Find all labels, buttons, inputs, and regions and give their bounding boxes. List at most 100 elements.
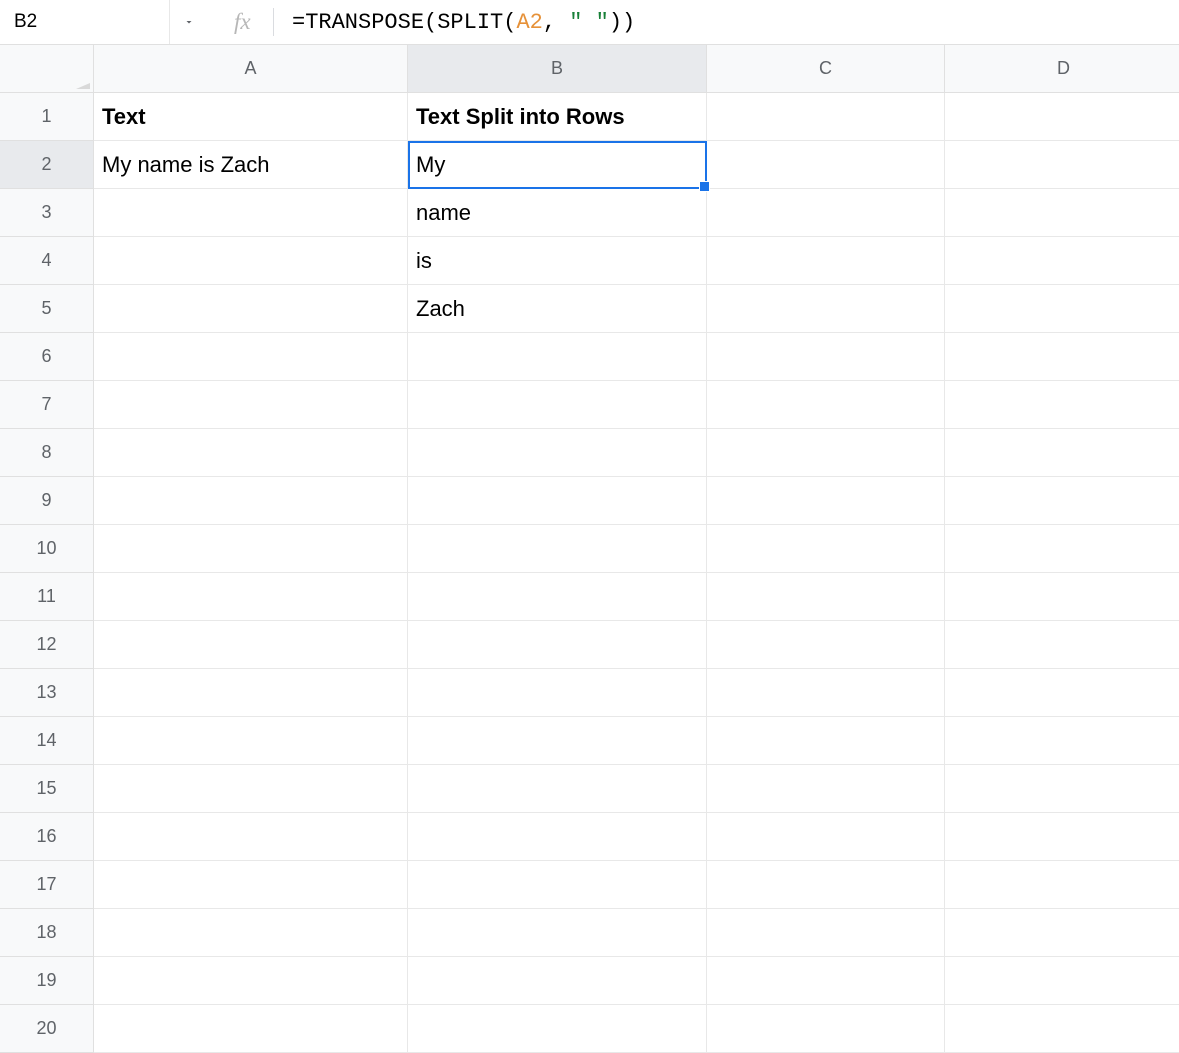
cell-D7[interactable] [945,381,1179,429]
row-header-16[interactable]: 16 [0,813,94,861]
cell-A14[interactable] [94,717,408,765]
cell-D2[interactable] [945,141,1179,189]
cell-D1[interactable] [945,93,1179,141]
row-header-8[interactable]: 8 [0,429,94,477]
column-header-C[interactable]: C [707,45,945,93]
cell-D4[interactable] [945,237,1179,285]
cell-C10[interactable] [707,525,945,573]
cell-D11[interactable] [945,573,1179,621]
cell-B18[interactable] [408,909,707,957]
cell-B3[interactable]: name [408,189,707,237]
cell-C7[interactable] [707,381,945,429]
cell-D10[interactable] [945,525,1179,573]
cell-D12[interactable] [945,621,1179,669]
cell-C2[interactable] [707,141,945,189]
cell-C19[interactable] [707,957,945,1005]
row-header-3[interactable]: 3 [0,189,94,237]
cell-B1[interactable]: Text Split into Rows [408,93,707,141]
row-header-2[interactable]: 2 [0,141,94,189]
cell-D15[interactable] [945,765,1179,813]
cell-B7[interactable] [408,381,707,429]
cell-A8[interactable] [94,429,408,477]
row-header-4[interactable]: 4 [0,237,94,285]
row-header-14[interactable]: 14 [0,717,94,765]
row-header-17[interactable]: 17 [0,861,94,909]
cell-A4[interactable] [94,237,408,285]
cell-D5[interactable] [945,285,1179,333]
cell-B11[interactable] [408,573,707,621]
cell-C3[interactable] [707,189,945,237]
cell-B16[interactable] [408,813,707,861]
cell-B4[interactable]: is [408,237,707,285]
cell-A15[interactable] [94,765,408,813]
cell-A10[interactable] [94,525,408,573]
cell-D8[interactable] [945,429,1179,477]
row-header-10[interactable]: 10 [0,525,94,573]
cell-B12[interactable] [408,621,707,669]
cell-D6[interactable] [945,333,1179,381]
cell-A2[interactable]: My name is Zach [94,141,408,189]
cell-B17[interactable] [408,861,707,909]
row-header-11[interactable]: 11 [0,573,94,621]
row-header-7[interactable]: 7 [0,381,94,429]
row-header-9[interactable]: 9 [0,477,94,525]
row-header-15[interactable]: 15 [0,765,94,813]
cell-C1[interactable] [707,93,945,141]
cell-A18[interactable] [94,909,408,957]
cell-D3[interactable] [945,189,1179,237]
cell-B5[interactable]: Zach [408,285,707,333]
column-header-A[interactable]: A [94,45,408,93]
cell-D19[interactable] [945,957,1179,1005]
row-header-13[interactable]: 13 [0,669,94,717]
cell-A19[interactable] [94,957,408,1005]
cell-C5[interactable] [707,285,945,333]
cell-B19[interactable] [408,957,707,1005]
cell-A11[interactable] [94,573,408,621]
cell-C4[interactable] [707,237,945,285]
cell-C8[interactable] [707,429,945,477]
row-header-20[interactable]: 20 [0,1005,94,1053]
cell-B10[interactable] [408,525,707,573]
cell-D16[interactable] [945,813,1179,861]
cell-A13[interactable] [94,669,408,717]
cell-A20[interactable] [94,1005,408,1053]
cell-C20[interactable] [707,1005,945,1053]
cell-A17[interactable] [94,861,408,909]
cell-C9[interactable] [707,477,945,525]
cell-C17[interactable] [707,861,945,909]
row-header-12[interactable]: 12 [0,621,94,669]
cell-D14[interactable] [945,717,1179,765]
formula-input[interactable]: =TRANSPOSE(SPLIT(A2, " ")) [292,0,1179,44]
cell-A16[interactable] [94,813,408,861]
row-header-18[interactable]: 18 [0,909,94,957]
cell-A5[interactable] [94,285,408,333]
cell-B15[interactable] [408,765,707,813]
cell-B6[interactable] [408,333,707,381]
cell-C14[interactable] [707,717,945,765]
row-header-19[interactable]: 19 [0,957,94,1005]
cell-C16[interactable] [707,813,945,861]
cell-A7[interactable] [94,381,408,429]
cell-C12[interactable] [707,621,945,669]
grid-body[interactable]: TextText Split into RowsMy name is ZachM… [94,93,1179,1053]
name-box-dropdown[interactable] [170,0,208,44]
row-header-6[interactable]: 6 [0,333,94,381]
cell-A12[interactable] [94,621,408,669]
cell-D17[interactable] [945,861,1179,909]
cell-A6[interactable] [94,333,408,381]
cell-B9[interactable] [408,477,707,525]
cell-C15[interactable] [707,765,945,813]
cell-B14[interactable] [408,717,707,765]
cell-B13[interactable] [408,669,707,717]
row-header-5[interactable]: 5 [0,285,94,333]
cell-A3[interactable] [94,189,408,237]
cell-D9[interactable] [945,477,1179,525]
column-header-D[interactable]: D [945,45,1179,93]
cell-B8[interactable] [408,429,707,477]
cell-D20[interactable] [945,1005,1179,1053]
cell-C18[interactable] [707,909,945,957]
cell-D18[interactable] [945,909,1179,957]
row-header-1[interactable]: 1 [0,93,94,141]
cell-A1[interactable]: Text [94,93,408,141]
select-all-corner[interactable] [0,45,94,93]
